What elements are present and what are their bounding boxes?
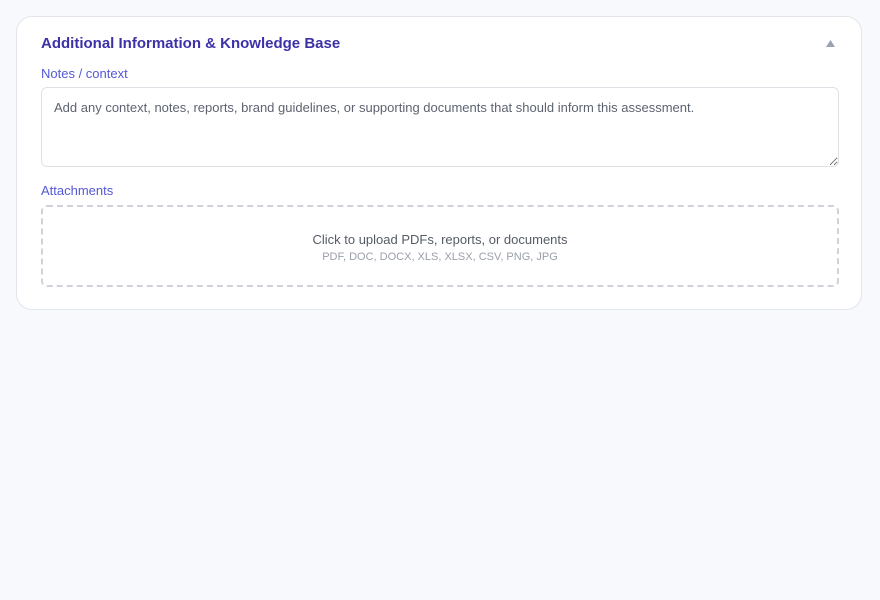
card-header[interactable]: Additional Information & Knowledge Base [41,33,837,53]
chevron-up-icon[interactable] [823,36,837,50]
file-upload-dropzone[interactable]: Click to upload PDFs, reports, or docume… [41,205,839,287]
accepted-file-types: PDF, DOC, DOCX, XLS, XLSX, CSV, PNG, JPG [322,250,558,263]
upload-prompt: Click to upload PDFs, reports, or docume… [312,231,568,247]
attachments-label: Attachments [41,183,114,198]
notes-label: Notes / context [41,66,128,81]
knowledge-base-card: Additional Information & Knowledge Base … [16,16,862,310]
section-title: Additional Information & Knowledge Base [41,34,341,52]
notes-textarea[interactable] [41,87,839,167]
